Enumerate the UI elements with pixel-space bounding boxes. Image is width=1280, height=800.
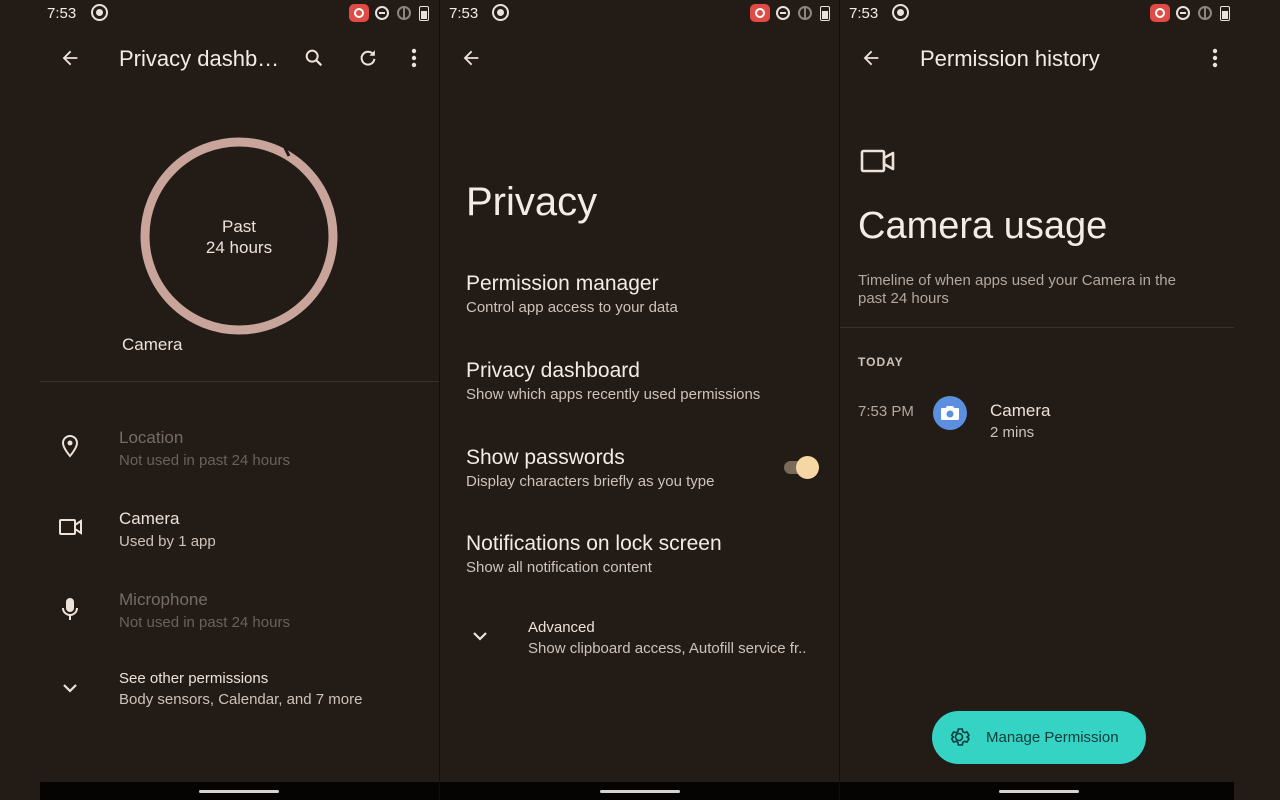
ring-line-1: Past [221, 217, 257, 236]
divider [40, 381, 439, 382]
screen-record-icon [91, 4, 108, 21]
permission-status: Used by 1 app [119, 533, 216, 550]
battery-icon [1220, 6, 1230, 21]
show-passwords-toggle[interactable] [782, 455, 820, 479]
show-passwords-item[interactable]: Show passwords Display characters briefl… [466, 446, 714, 490]
gesture-nav-bar [440, 782, 839, 800]
manage-permission-button[interactable]: Manage Permission [932, 711, 1146, 764]
back-button[interactable] [851, 38, 891, 78]
more-vert-icon [1212, 48, 1218, 68]
gesture-nav-bar [40, 782, 439, 800]
more-options-button[interactable] [394, 38, 434, 78]
toggle-thumb [796, 456, 819, 479]
battery-icon [820, 6, 830, 21]
do-not-disturb-icon [375, 6, 389, 20]
lock-screen-notifications-item[interactable]: Notifications on lock screen Show all no… [466, 532, 722, 576]
permission-row-microphone[interactable]: Microphone Not used in past 24 hours [40, 580, 439, 642]
page-title: Privacy [466, 180, 598, 224]
permission-name: Microphone [119, 590, 208, 609]
usage-title: Camera usage [858, 205, 1108, 247]
status-time: 7:53 [849, 5, 879, 22]
entry-time: 7:53 PM [858, 403, 914, 420]
search-button[interactable] [294, 38, 334, 78]
ring-center-label: Past 24 hours [139, 216, 339, 258]
gear-icon [947, 725, 971, 749]
do-not-disturb-icon [776, 6, 790, 20]
status-time: 7:53 [449, 5, 479, 22]
item-sub: Show which apps recently used permission… [466, 386, 761, 403]
arrow-back-icon [62, 50, 78, 66]
arrow-back-icon [863, 50, 879, 66]
chevron-down-icon [470, 626, 490, 646]
item-title: Show passwords [466, 446, 625, 469]
network-icon [798, 6, 812, 20]
network-icon [397, 6, 411, 20]
arrow-back-icon [463, 50, 479, 66]
camera-app-icon [933, 396, 967, 430]
permission-name: Location [119, 428, 184, 447]
item-title: Notifications on lock screen [466, 532, 722, 555]
see-other-permissions-row[interactable]: See other permissions Body sensors, Cale… [40, 660, 439, 720]
home-handle[interactable] [999, 790, 1079, 793]
other-permissions-title: See other permissions [119, 670, 269, 687]
home-handle[interactable] [600, 790, 680, 793]
videocam-icon [58, 517, 84, 537]
ring-legend-label: Camera [122, 335, 183, 354]
advanced-item[interactable]: Advanced Show clipboard access, Autofill… [466, 612, 826, 662]
refresh-button[interactable] [348, 38, 388, 78]
chevron-down-icon [60, 678, 80, 698]
recording-badge-icon [1150, 4, 1170, 22]
item-sub: Display characters briefly as you type [466, 473, 715, 490]
permission-manager-item[interactable]: Permission manager Control app access to… [466, 272, 678, 316]
permission-row-camera[interactable]: Camera Used by 1 app [40, 499, 439, 561]
section-header-today: TODAY [858, 355, 904, 369]
search-icon [305, 49, 323, 67]
permission-name: Camera [119, 509, 180, 528]
status-bar: 7:53 [0, 0, 439, 28]
permission-row-location[interactable]: Location Not used in past 24 hours [40, 418, 439, 480]
location-pin-icon [58, 434, 82, 458]
page-title: Privacy dashb… [119, 46, 280, 71]
screen-record-icon [492, 4, 509, 21]
battery-icon [419, 6, 429, 21]
do-not-disturb-icon [1176, 6, 1190, 20]
entry-duration: 2 mins [990, 424, 1035, 441]
item-title: Permission manager [466, 272, 659, 295]
more-vert-icon [411, 48, 417, 68]
privacy-dashboard-screen: 7:53 Privacy dashb… Past 24 hours Camera [0, 0, 439, 800]
privacy-dashboard-item[interactable]: Privacy dashboard Show which apps recent… [466, 359, 760, 403]
videocam-icon [860, 147, 896, 175]
entry-app-name: Camera [990, 401, 1051, 420]
back-button[interactable] [451, 38, 491, 78]
advanced-title: Advanced [528, 619, 595, 636]
status-time: 7:53 [47, 5, 77, 22]
screen-record-icon [892, 4, 909, 21]
recording-badge-icon [349, 4, 369, 22]
item-sub: Control app access to your data [466, 299, 678, 316]
item-sub: Show all notification content [466, 559, 652, 576]
other-permissions-sub: Body sensors, Calendar, and 7 more [119, 691, 363, 708]
gesture-nav-bar [840, 782, 1234, 800]
recording-badge-icon [750, 4, 770, 22]
item-title: Privacy dashboard [466, 359, 640, 382]
divider [840, 327, 1234, 328]
more-options-button[interactable] [1195, 38, 1235, 78]
advanced-sub: Show clipboard access, Autofill service … [528, 640, 807, 657]
usage-description: Timeline of when apps used your Camera i… [858, 272, 1176, 307]
permission-status: Not used in past 24 hours [119, 452, 290, 469]
microphone-icon [60, 596, 80, 622]
home-handle[interactable] [199, 790, 279, 793]
refresh-icon [360, 50, 376, 66]
status-bar: 7:53 [440, 0, 839, 28]
network-icon [1198, 6, 1212, 20]
status-bar: 7:53 [840, 0, 1280, 28]
back-button[interactable] [50, 38, 90, 78]
fab-label: Manage Permission [986, 729, 1119, 746]
page-title: Permission history [920, 46, 1100, 71]
ring-line-2: 24 hours [205, 238, 273, 257]
permission-status: Not used in past 24 hours [119, 614, 290, 631]
